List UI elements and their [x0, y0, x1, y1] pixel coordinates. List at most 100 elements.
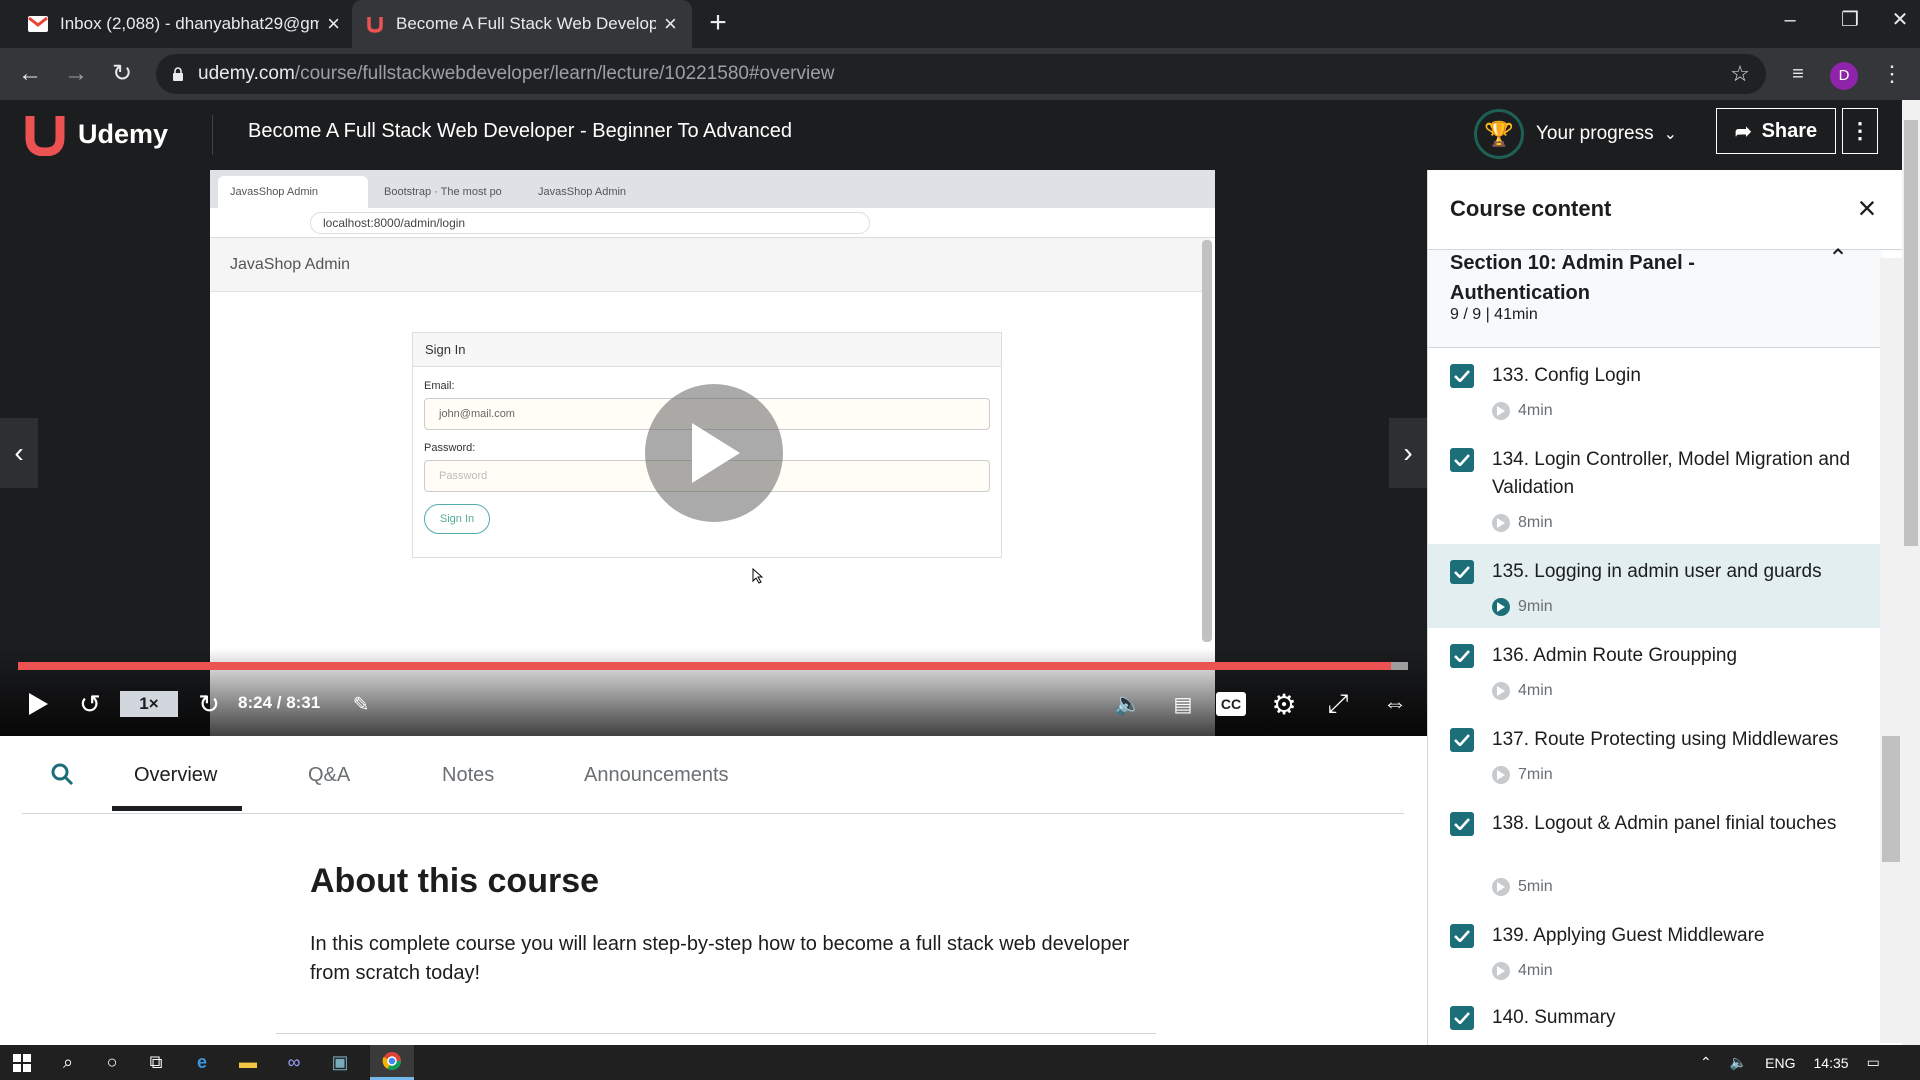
page-scroll-thumb[interactable] [1904, 120, 1918, 546]
tab-notes[interactable]: Notes [442, 764, 494, 787]
lecture-title: 134. Login Controller, Model Migration a… [1492, 449, 1851, 498]
clock[interactable]: 14:35 [1814, 1055, 1849, 1071]
browser-tab-gmail[interactable]: Inbox (2,088) - dhanyabhat29@gma × [14, 0, 354, 48]
task-view-icon[interactable]: ⧉ [134, 1045, 178, 1080]
lecture-duration: 9min [1492, 598, 1553, 616]
window-close-icon[interactable]: ✕ [1880, 0, 1920, 40]
check-icon [1454, 454, 1470, 466]
lecture-title: 140. Summary [1492, 1007, 1616, 1028]
close-icon[interactable]: × [1852, 192, 1882, 224]
checkbox[interactable] [1450, 364, 1474, 388]
active-tab-indicator [112, 806, 242, 811]
lecture-duration: 8min [1492, 514, 1553, 532]
lecture-title: 139. Applying Guest Middleware [1492, 925, 1765, 946]
cortana-icon[interactable]: ○ [90, 1045, 134, 1080]
windows-start-icon[interactable] [0, 1045, 44, 1080]
rewind-icon[interactable]: ↺ [72, 684, 108, 724]
maximize-icon[interactable]: ❐ [1820, 0, 1880, 40]
search-icon[interactable]: ⌕ [46, 1045, 90, 1080]
tab-announcements[interactable]: Announcements [584, 764, 729, 787]
lecture-title: 136. Admin Route Groupping [1492, 645, 1738, 666]
profile-avatar[interactable]: D [1830, 62, 1858, 90]
check-icon [1454, 650, 1470, 662]
video-tab-2: Bootstrap · The most po [384, 186, 502, 198]
bookmark-note-icon[interactable]: ✎ [346, 684, 376, 724]
checkbox[interactable] [1450, 560, 1474, 584]
chevron-up-icon[interactable]: ⌃ [1700, 1054, 1712, 1071]
app-icon[interactable]: ∞ [272, 1045, 316, 1080]
time-display: 8:24 / 8:31 [238, 693, 321, 712]
edge-icon[interactable]: e [180, 1045, 224, 1080]
lecture-duration: 4min [1492, 962, 1553, 980]
duration-text: 4min [1518, 402, 1553, 419]
search-icon[interactable] [50, 762, 74, 786]
udemy-logo[interactable]: Udemy [22, 106, 168, 162]
checkbox[interactable] [1450, 448, 1474, 472]
big-play-button[interactable] [645, 384, 783, 522]
notification-icon[interactable]: ▭ [1867, 1054, 1880, 1071]
forward-arrow-icon[interactable]: → [58, 56, 94, 92]
check-icon [1454, 734, 1470, 746]
chrome-icon[interactable] [370, 1045, 414, 1080]
volume-icon[interactable]: 🔈 [1110, 684, 1146, 724]
address-bar[interactable]: udemy.com/course/fullstackwebdeveloper/l… [156, 54, 1766, 94]
media-queue-icon[interactable]: ≡ [1780, 56, 1816, 92]
share-button[interactable]: ➦ Share [1716, 108, 1836, 154]
transcript-icon[interactable]: ▤ [1166, 684, 1200, 724]
video-signin-title: Sign In [413, 333, 1001, 367]
back-arrow-icon[interactable]: ← [12, 56, 48, 92]
playback-rate-button[interactable]: 1× [120, 691, 178, 717]
video-scrollbar [1202, 240, 1212, 642]
play-circle-icon [1492, 878, 1510, 896]
sidebar-scrollbar[interactable] [1880, 258, 1902, 1043]
browser-menu-icon[interactable]: ⋮ [1874, 56, 1910, 92]
progress-dropdown[interactable]: 🏆 Your progress ⌄ [1474, 106, 1677, 162]
lecture-title: 133. Config Login [1492, 365, 1641, 386]
new-tab-button[interactable]: + [700, 6, 736, 42]
lecture-title: 135. Logging in admin user and guards [1492, 561, 1822, 582]
forward-icon[interactable]: ↻ [192, 684, 226, 724]
tab-title: Become A Full Stack Web Developer [396, 14, 656, 33]
close-icon[interactable]: × [664, 13, 677, 35]
close-icon[interactable]: × [327, 13, 340, 35]
file-explorer-icon[interactable]: ▬ [226, 1045, 270, 1080]
more-options-button[interactable]: ⋮ [1842, 108, 1878, 154]
checkbox[interactable] [1450, 728, 1474, 752]
next-lecture-button[interactable]: › [1389, 418, 1427, 488]
app-icon[interactable]: ▣ [318, 1045, 362, 1080]
captions-button[interactable]: CC [1216, 692, 1246, 716]
url-host: udemy.com [198, 63, 295, 84]
browser-tab-udemy[interactable]: Become A Full Stack Web Developer × [352, 0, 692, 48]
tab-qa[interactable]: Q&A [308, 764, 350, 787]
video-app-navbar: JavaShop Admin [210, 238, 1210, 292]
expand-width-icon[interactable]: ⇔ [1374, 684, 1416, 724]
play-circle-icon [1492, 766, 1510, 784]
chevron-right-icon: › [1403, 437, 1413, 468]
minimize-icon[interactable]: – [1760, 0, 1820, 40]
check-icon [1454, 930, 1470, 942]
language-indicator[interactable]: ENG [1765, 1055, 1795, 1071]
fullscreen-icon[interactable]: ⤢ [1320, 684, 1356, 724]
about-text: In this complete course you will learn s… [310, 933, 1130, 984]
duration-text: 8min [1518, 514, 1553, 531]
check-icon [1454, 818, 1470, 830]
checkbox[interactable] [1450, 644, 1474, 668]
cursor-icon [752, 568, 764, 584]
bookmark-star-icon[interactable]: ☆ [1722, 56, 1758, 92]
settings-gear-icon[interactable]: ⚙ [1266, 684, 1302, 724]
volume-icon[interactable]: 🔈 [1730, 1054, 1747, 1071]
lecture-duration: 4min [1492, 682, 1553, 700]
checkbox[interactable] [1450, 924, 1474, 948]
duration-text: 4min [1518, 962, 1553, 979]
checkbox[interactable] [1450, 812, 1474, 836]
tab-overview[interactable]: Overview [134, 764, 217, 787]
chevron-up-icon[interactable]: ⌃ [1828, 244, 1848, 273]
about-heading: About this course [310, 862, 600, 900]
checkbox[interactable] [1450, 1006, 1474, 1030]
video-tab-1: JavasShop Admin [218, 176, 368, 208]
previous-lecture-button[interactable]: ‹ [0, 418, 38, 488]
reload-icon[interactable]: ↻ [104, 56, 140, 92]
lecture-duration: 7min [1492, 766, 1553, 784]
sidebar-scroll-thumb[interactable] [1882, 736, 1900, 862]
play-icon[interactable] [20, 684, 56, 724]
